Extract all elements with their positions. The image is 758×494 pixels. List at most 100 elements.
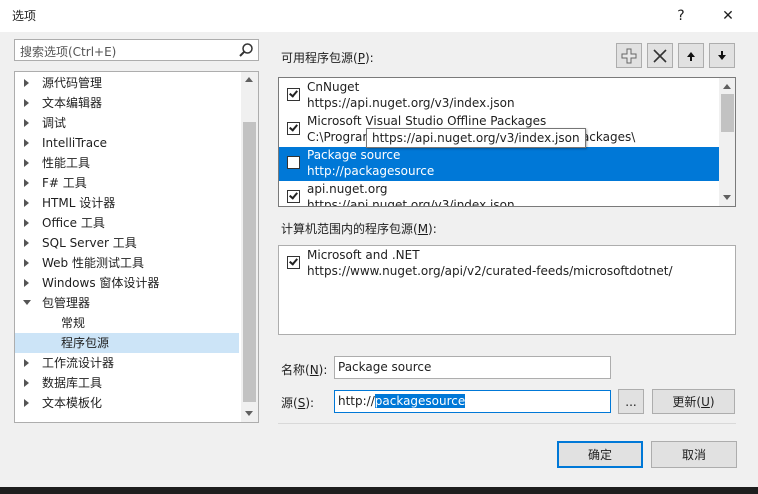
tree-item-label: F# 工具 <box>42 176 87 190</box>
tree-item-label: 调试 <box>42 116 67 130</box>
source-url: http://packagesource <box>307 164 435 178</box>
scroll-down-icon[interactable] <box>245 411 253 416</box>
label-accesskey: N <box>309 363 319 377</box>
cancel-button[interactable]: 取消 <box>651 441 737 468</box>
label-text: 名称( <box>281 363 310 377</box>
add-source-button[interactable] <box>616 43 642 68</box>
scroll-down-icon[interactable] <box>723 195 731 200</box>
tree-item[interactable]: 调试 <box>15 113 239 133</box>
delete-x-icon <box>653 48 667 63</box>
close-button[interactable]: ✕ <box>705 0 751 32</box>
chevron-right-icon[interactable] <box>24 379 29 387</box>
tree-item[interactable]: 数据库工具 <box>15 373 239 393</box>
tree-item[interactable]: 包管理器 <box>15 293 239 313</box>
browse-button[interactable]: ... <box>618 389 644 414</box>
label-suffix: ): <box>318 363 328 377</box>
source-name: api.nuget.org <box>307 182 388 196</box>
tree-item-label: HTML 设计器 <box>42 196 116 210</box>
source-value-selection: packagesource <box>374 394 466 408</box>
source-checkbox[interactable] <box>287 88 300 101</box>
tree-item[interactable]: 性能工具 <box>15 153 239 173</box>
plus-icon <box>621 48 637 63</box>
chevron-right-icon[interactable] <box>24 239 29 247</box>
machine-sources-list[interactable]: Microsoft and .NET https://www.nuget.org/… <box>278 245 736 335</box>
tree-item[interactable]: Web 性能测试工具 <box>15 253 239 273</box>
chevron-right-icon[interactable] <box>24 199 29 207</box>
chevron-right-icon[interactable] <box>24 119 29 127</box>
tree-item[interactable]: 文本编辑器 <box>15 93 239 113</box>
chevron-right-icon[interactable] <box>24 399 29 407</box>
chevron-right-icon[interactable] <box>24 179 29 187</box>
tree-item-label: Web 性能测试工具 <box>42 256 144 270</box>
scroll-up-icon[interactable] <box>245 77 253 82</box>
tree-item-label: 工作流设计器 <box>42 356 115 370</box>
source-checkbox[interactable] <box>287 190 300 203</box>
source-row[interactable]: Package source http://packagesource <box>279 147 719 181</box>
source-name: CnNuget <box>307 80 360 94</box>
search-icon <box>239 43 253 57</box>
chevron-right-icon[interactable] <box>24 159 29 167</box>
tree-item-label: 程序包源 <box>61 336 110 350</box>
source-input[interactable]: http://packagesource <box>334 390 611 413</box>
chevron-down-icon[interactable] <box>23 300 31 305</box>
tree-item[interactable]: 文本模板化 <box>15 393 239 413</box>
tree-item[interactable]: 程序包源 <box>15 333 239 353</box>
source-row[interactable]: CnNuget https://api.nuget.org/v3/index.js… <box>279 79 719 113</box>
tree-item[interactable]: Office 工具 <box>15 213 239 233</box>
source-label: 源(S): <box>281 394 314 411</box>
tree-item[interactable]: 常规 <box>15 313 239 333</box>
tree-item[interactable]: HTML 设计器 <box>15 193 239 213</box>
arrow-up-icon <box>687 51 695 61</box>
checkmark-icon <box>289 190 298 200</box>
source-value-text: http:// <box>338 394 375 408</box>
tree-item[interactable]: F# 工具 <box>15 173 239 193</box>
sources-scrollbar[interactable] <box>719 78 735 206</box>
ok-button[interactable]: 确定 <box>557 441 643 468</box>
search-input[interactable]: 搜索选项(Ctrl+E) <box>14 39 259 61</box>
chevron-right-icon[interactable] <box>24 139 29 147</box>
tree-item[interactable]: 工作流设计器 <box>15 353 239 373</box>
tree-item-label: IntelliTrace <box>42 136 108 150</box>
chevron-right-icon[interactable] <box>24 219 29 227</box>
options-tree[interactable]: 源代码管理文本编辑器调试 IntelliTrace 性能工具 F# 工具 HTML 设计… <box>14 71 259 423</box>
chevron-right-icon[interactable] <box>24 79 29 87</box>
scroll-thumb[interactable] <box>721 94 734 132</box>
tree-scrollbar[interactable] <box>241 72 258 422</box>
checkmark-icon <box>289 122 298 132</box>
label-suffix: ): <box>364 51 374 65</box>
remove-source-button[interactable] <box>647 43 673 68</box>
label-text: 可用程序包源( <box>281 51 358 65</box>
checkmark-icon <box>289 256 298 266</box>
chevron-right-icon[interactable] <box>24 99 29 107</box>
button-suffix: ) <box>709 394 715 409</box>
label-text: 源( <box>281 396 298 410</box>
label-suffix: ): <box>428 222 437 236</box>
label-text: 计算机范围内的程序包源( <box>281 222 418 236</box>
source-name: Microsoft and .NET <box>307 248 420 262</box>
source-checkbox[interactable] <box>287 156 300 169</box>
tree-item[interactable]: SQL Server 工具 <box>15 233 239 253</box>
tree-item-label: Office 工具 <box>42 216 105 230</box>
source-row[interactable]: Microsoft and .NET https://www.nuget.org/… <box>279 247 719 281</box>
scroll-up-icon[interactable] <box>723 84 731 89</box>
source-name: Package source <box>307 148 401 162</box>
move-down-button[interactable] <box>709 43 735 68</box>
name-input[interactable]: Package source <box>334 356 611 379</box>
scroll-thumb[interactable] <box>243 122 256 402</box>
tree-item[interactable]: IntelliTrace <box>15 133 239 153</box>
source-name: Microsoft Visual Studio Offline Packages <box>307 114 547 128</box>
source-checkbox[interactable] <box>287 122 300 135</box>
chevron-right-icon[interactable] <box>24 359 29 367</box>
update-button[interactable]: 更新(U) <box>652 389 735 414</box>
chevron-right-icon[interactable] <box>24 279 29 287</box>
tree-item-label: 性能工具 <box>42 156 91 170</box>
chevron-right-icon[interactable] <box>24 259 29 267</box>
name-label: 名称(N): <box>281 361 327 378</box>
source-checkbox[interactable] <box>287 256 300 269</box>
tree-item-label: 源代码管理 <box>42 76 103 90</box>
help-button[interactable]: ? <box>658 0 704 32</box>
source-row[interactable]: api.nuget.org https://api.nuget.org/v3/in… <box>279 181 719 206</box>
move-up-button[interactable] <box>678 43 704 68</box>
tree-item[interactable]: Windows 窗体设计器 <box>15 273 239 293</box>
tree-item[interactable]: 源代码管理 <box>15 73 239 93</box>
